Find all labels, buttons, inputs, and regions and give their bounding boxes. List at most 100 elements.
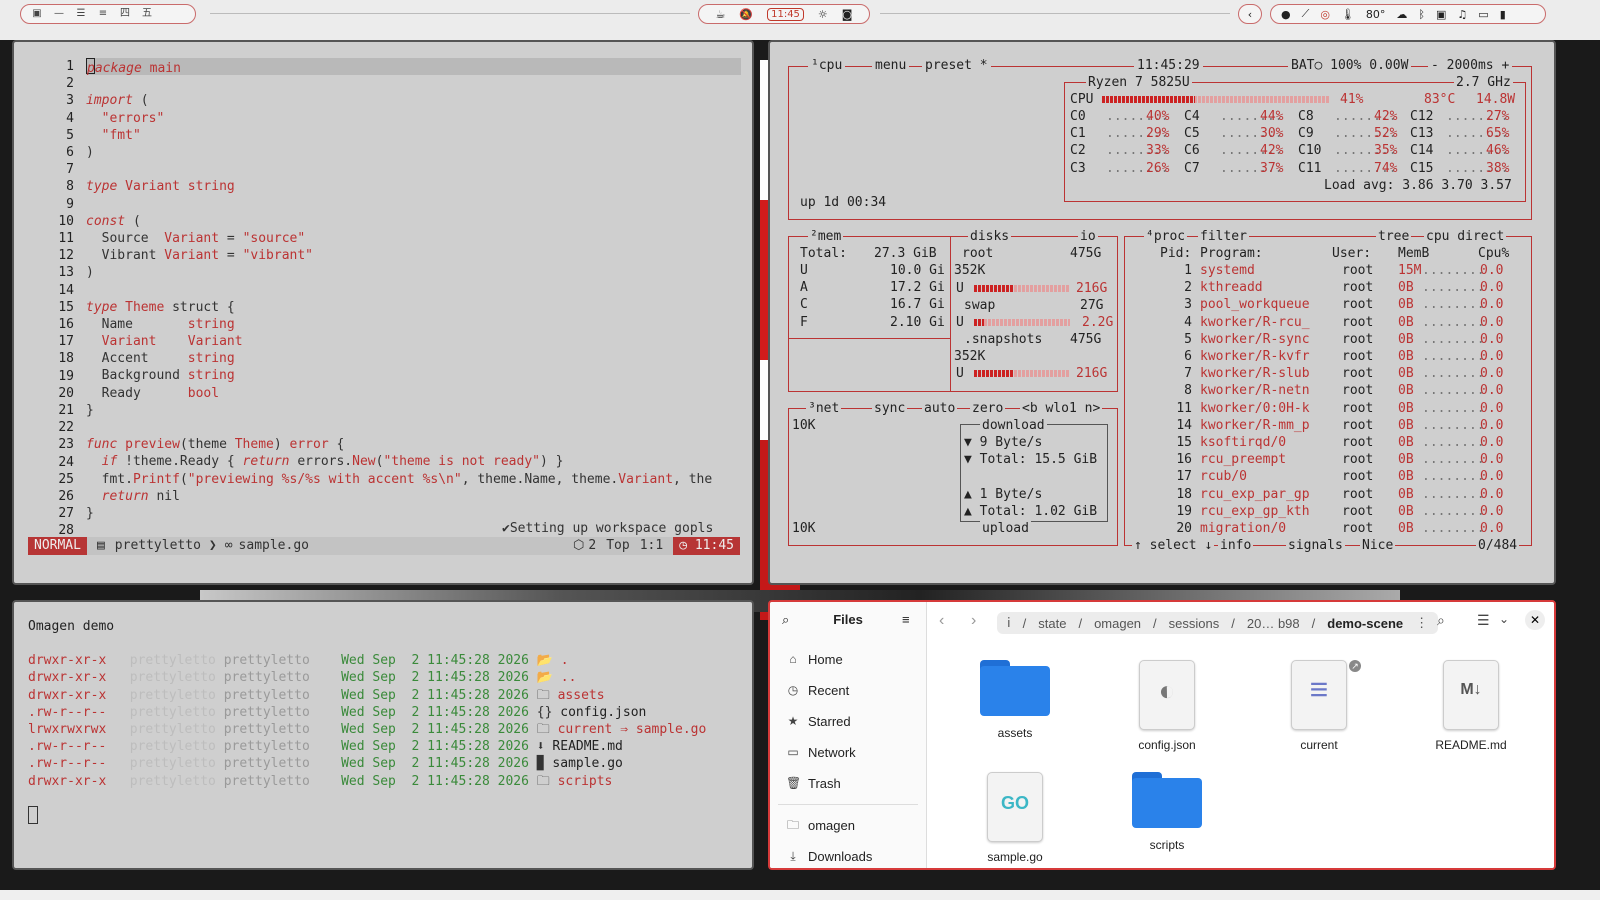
terminal-cursor[interactable] xyxy=(28,805,706,827)
code-line[interactable]: return nil xyxy=(86,488,741,505)
proc-user[interactable]: root xyxy=(1342,468,1373,485)
proc-mem[interactable]: 0B xyxy=(1398,348,1414,365)
proc-col-mem[interactable]: MemB xyxy=(1398,245,1429,262)
refresh-rate[interactable]: - 2000ms + xyxy=(1428,57,1513,75)
proc-program[interactable]: kworker/R-rcu_ xyxy=(1200,314,1310,331)
proc-program[interactable]: kworker/R-slub xyxy=(1200,365,1310,382)
proc-pid[interactable]: 14 xyxy=(1156,417,1192,434)
code-line[interactable]: Background string xyxy=(86,367,741,384)
monitor-icon[interactable]: ▭ xyxy=(1478,8,1488,21)
proc-select[interactable]: ↑ select ↓ xyxy=(1132,537,1215,555)
proc-program[interactable]: kworker/R-sync xyxy=(1200,331,1310,348)
proc-pid[interactable]: 6 xyxy=(1156,348,1192,365)
proc-program[interactable]: kworker/0:0H-k xyxy=(1200,400,1310,417)
editor-window[interactable]: 1 2 3 4 5 6 7 8 9 10 11 12 13 14 15 16 17 18 19 20 21 22 23 24 2… xyxy=(12,40,754,585)
proc-mem[interactable]: 0B xyxy=(1398,468,1414,485)
net-auto[interactable]: auto xyxy=(922,400,958,418)
proc-user[interactable]: root xyxy=(1342,434,1373,451)
chevron-down-icon[interactable]: ⌄ xyxy=(1499,612,1509,626)
proc-pid[interactable]: 8 xyxy=(1156,382,1192,399)
proc-mem[interactable]: 15M xyxy=(1398,262,1421,279)
sidebar-item-omagen[interactable]: 🗀 omagen xyxy=(786,815,855,835)
proc-pid[interactable]: 2 xyxy=(1156,279,1192,296)
record-icon[interactable]: ● xyxy=(1281,8,1291,21)
proc-pid[interactable]: 20 xyxy=(1156,520,1192,537)
proc-mem[interactable]: 0B xyxy=(1398,503,1414,520)
workspace-6-button[interactable]: 五 xyxy=(141,8,153,20)
proc-user[interactable]: root xyxy=(1342,348,1373,365)
code-line[interactable]: const ( xyxy=(86,213,741,230)
proc-mem[interactable]: 0B xyxy=(1398,417,1414,434)
code-line[interactable]: fmt.Printf("previewing %s/%s with accent… xyxy=(86,471,741,488)
code-line[interactable]: ) xyxy=(86,144,741,161)
proc-mem[interactable]: 0B xyxy=(1398,451,1414,468)
breadcrumb-session-id[interactable]: 20… b98 xyxy=(1247,616,1300,631)
proc-program[interactable]: kworker/R-mm_p xyxy=(1200,417,1310,434)
screenshot-icon[interactable]: ◙ xyxy=(842,8,853,21)
proc-pid[interactable]: 3 xyxy=(1156,296,1192,313)
proc-user[interactable]: root xyxy=(1342,262,1373,279)
workspace-1-button[interactable]: ▣ xyxy=(31,8,43,20)
cpu-title[interactable]: ¹cpu xyxy=(808,57,846,75)
code-line[interactable] xyxy=(86,75,741,92)
code-line[interactable]: import ( xyxy=(86,92,741,109)
io-toggle[interactable]: io xyxy=(1078,228,1098,246)
net-sync[interactable]: sync xyxy=(872,400,908,418)
proc-program[interactable]: ksoftirqd/0 xyxy=(1200,434,1286,451)
proc-mem[interactable]: 0B xyxy=(1398,400,1414,417)
code-line[interactable]: package main xyxy=(86,58,741,76)
net-title[interactable]: ³net xyxy=(806,400,842,418)
proc-pid[interactable]: 1 xyxy=(1156,262,1192,279)
proc-mem[interactable]: 0B xyxy=(1398,365,1414,382)
proc-col-user[interactable]: User: xyxy=(1332,245,1371,262)
proc-user[interactable]: root xyxy=(1342,417,1373,434)
brightness-icon[interactable]: ☼ xyxy=(818,8,828,21)
code-line[interactable]: Name string xyxy=(86,316,741,333)
cloud-icon[interactable]: ☁ xyxy=(1396,8,1407,21)
breadcrumb[interactable]: ⅰ / state / omagen / sessions / 20… b98 … xyxy=(997,612,1439,634)
proc-pid[interactable]: 7 xyxy=(1156,365,1192,382)
proc-mem[interactable]: 0B xyxy=(1398,314,1414,331)
breadcrumb-omagen[interactable]: omagen xyxy=(1094,616,1141,631)
proc-title[interactable]: ⁴proc xyxy=(1144,228,1188,246)
sidebar-item-recent[interactable]: ◷ Recent xyxy=(786,680,849,700)
code-line[interactable] xyxy=(86,196,741,213)
proc-user[interactable]: root xyxy=(1342,451,1373,468)
battery-icon[interactable]: ▮ xyxy=(1500,8,1506,21)
mem-title[interactable]: ²mem xyxy=(808,228,844,246)
proc-user[interactable]: root xyxy=(1342,296,1373,313)
proc-user[interactable]: root xyxy=(1342,382,1373,399)
proc-user[interactable]: root xyxy=(1342,279,1373,296)
proc-mem[interactable]: 0B xyxy=(1398,520,1414,537)
proc-sort[interactable]: cpu direct xyxy=(1424,228,1507,246)
code-line[interactable]: type Theme struct { xyxy=(86,299,741,316)
proc-user[interactable]: root xyxy=(1342,314,1373,331)
proc-filter[interactable]: filter xyxy=(1198,228,1249,246)
breadcrumb-truncated[interactable]: ⅰ xyxy=(1007,615,1011,631)
headphones-icon[interactable]: ♫ xyxy=(1457,8,1467,21)
bluetooth-icon[interactable]: ᛒ xyxy=(1418,8,1425,21)
proc-pid[interactable]: 11 xyxy=(1156,400,1192,417)
close-icon[interactable]: ✕ xyxy=(1525,610,1545,630)
code-line[interactable]: func preview(theme Theme) error { xyxy=(86,436,741,453)
code-line[interactable]: ) xyxy=(86,264,741,281)
code-line[interactable]: } xyxy=(86,402,741,419)
menu-button[interactable]: menu xyxy=(872,57,910,75)
collapse-tray-button[interactable]: ‹ xyxy=(1238,4,1262,24)
proc-col-pid[interactable]: Pid: xyxy=(1160,245,1191,262)
proc-mem[interactable]: 0B xyxy=(1398,382,1414,399)
search-folder-icon[interactable]: ⌕ xyxy=(1437,612,1445,629)
proc-pid[interactable]: 5 xyxy=(1156,331,1192,348)
code-line[interactable]: Accent string xyxy=(86,350,741,367)
network-icon[interactable]: ⟋ xyxy=(1302,7,1310,21)
breadcrumb-state[interactable]: state xyxy=(1038,616,1066,631)
code-line[interactable]: Variant Variant xyxy=(86,333,741,350)
sidebar-item-starred[interactable]: ★ Starred xyxy=(786,711,851,731)
clock[interactable]: 11:45 xyxy=(767,7,804,21)
proc-pid[interactable]: 18 xyxy=(1156,486,1192,503)
proc-user[interactable]: root xyxy=(1342,331,1373,348)
proc-program[interactable]: rcu_preempt xyxy=(1200,451,1286,468)
more-options-icon[interactable]: ⋮ xyxy=(1415,615,1428,631)
code-line[interactable]: if !theme.Ready { return errors.New("the… xyxy=(86,453,741,470)
file-item-readme-md[interactable]: M↓ README.md xyxy=(1411,660,1531,752)
